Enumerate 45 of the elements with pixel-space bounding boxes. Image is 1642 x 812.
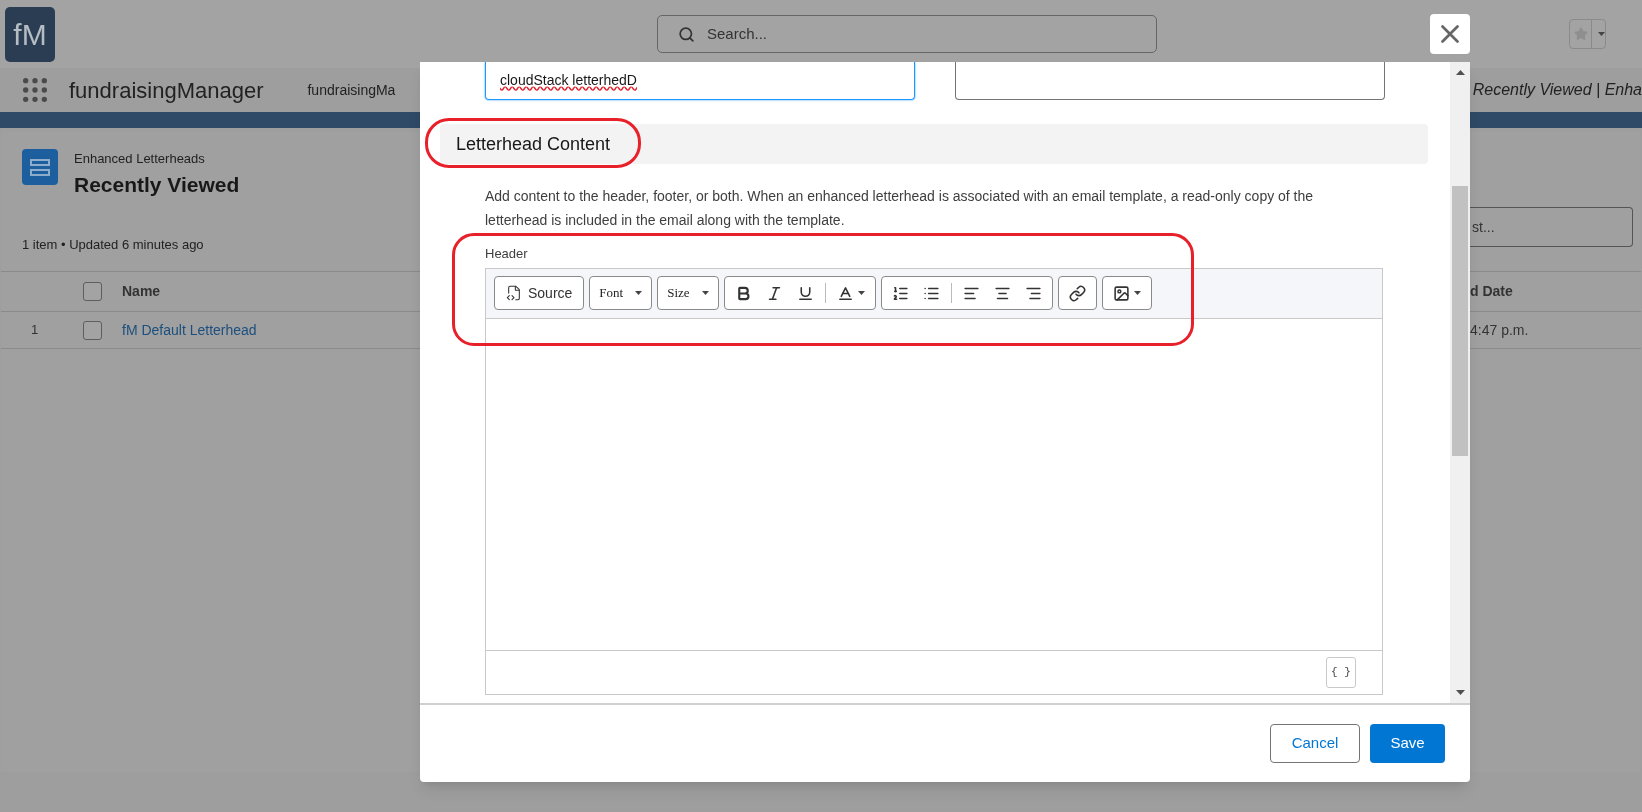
text-field[interactable]: cloudStack letterhedD <box>485 62 915 100</box>
checkbox[interactable] <box>83 320 102 340</box>
app-name: fundraisingManager <box>69 76 264 105</box>
caret-icon <box>635 291 643 295</box>
list-title: Recently Viewed <box>74 171 240 198</box>
close-button[interactable] <box>1430 14 1470 54</box>
text-color-icon <box>836 284 854 302</box>
scroll-up-icon[interactable] <box>1455 70 1465 75</box>
table-cell-text: 4:47 p.m. <box>1470 320 1530 340</box>
dropdown-button[interactable]: Font <box>593 277 649 309</box>
source-button[interactable]: Source <box>498 277 581 309</box>
caret-icon <box>701 291 709 295</box>
rich-text-editor[interactable]: Source Font Size { } <box>485 267 1383 695</box>
merge-field-button[interactable]: { } <box>1326 656 1356 688</box>
dropdown-button[interactable]: Size <box>661 277 715 309</box>
save-button[interactable]: Save <box>1370 724 1445 763</box>
column-header[interactable]: d Date <box>1470 281 1641 302</box>
section-header: Letterhead Content <box>440 124 1428 164</box>
caret-icon <box>1598 32 1605 36</box>
nav-tab[interactable]: fundraisingMa <box>307 79 396 101</box>
underline-icon <box>796 284 814 302</box>
row-number: 1 <box>31 321 40 340</box>
link-icon <box>1068 284 1086 302</box>
column-header[interactable]: Name <box>122 281 161 302</box>
text-field[interactable] <box>955 62 1385 100</box>
image-icon <box>1112 284 1130 302</box>
breadcrumb-text: Recently Viewed | Enha <box>1472 80 1642 100</box>
scrollbar[interactable] <box>1450 62 1470 703</box>
field-label: Header <box>485 245 528 263</box>
caret-icon <box>857 291 865 295</box>
search-field[interactable]: Search... <box>657 15 1157 53</box>
scrollbar-thumb[interactable] <box>1452 186 1468 456</box>
caret-icon <box>1133 291 1141 295</box>
list-summary: 1 item • Updated 6 minutes ago <box>22 236 204 255</box>
source-icon <box>506 285 522 301</box>
numbered-list-icon <box>891 284 909 302</box>
scroll-down-icon[interactable] <box>1455 690 1465 695</box>
letterhead-icon <box>22 149 58 185</box>
checkbox[interactable] <box>83 282 102 301</box>
search-icon <box>678 25 695 43</box>
cancel-button[interactable]: Cancel <box>1270 724 1360 763</box>
object-label: Enhanced Letterheads <box>74 150 206 168</box>
section-description: Add content to the header, footer, or both. When an enhanced letterhead is associated with an email template, a read-only copy of the letterhead is included in the email along with the template. <box>485 187 1315 230</box>
app-logo[interactable]: fM <box>5 6 55 62</box>
record-link[interactable]: fM Default Letterhead <box>122 319 257 341</box>
